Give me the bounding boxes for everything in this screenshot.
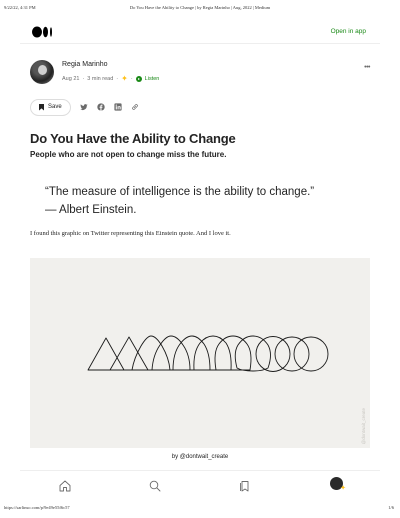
print-page-number: 1/6 [388,505,394,510]
triangle-to-circle-illustration [87,335,329,372]
bookmark-icon [39,103,44,111]
meta-separator: · [130,76,133,82]
meta-separator: · [116,76,119,82]
print-footer: https://sarlinso.com/p/9e49e55f6c57 1/6 [0,504,400,514]
profile-button[interactable]: ✦ [330,477,346,492]
quote-text: “The measure of intelligence is the abil… [45,186,315,198]
article-subtitle: People who are not open to change miss t… [30,150,227,159]
more-options-icon[interactable]: ••• [364,64,370,71]
lists-icon[interactable] [238,479,252,493]
member-star-icon: ✦ [340,485,346,492]
facebook-icon[interactable] [97,103,105,111]
author-block: Regia Marinho Aug 21 · 3 min read · ✦ · … [30,58,375,90]
print-title: Do You Have the Ability to Change | by R… [129,5,271,10]
author-meta: Aug 21 · 3 min read · ✦ · Listen [62,74,160,83]
author-avatar[interactable] [30,60,54,84]
save-label: Save [48,104,62,110]
author-name[interactable]: Regia Marinho [62,61,108,68]
save-button[interactable]: Save [30,98,71,116]
medium-logo-icon[interactable] [32,26,54,38]
image-caption: by @dontwait_create [171,454,229,460]
listen-button[interactable]: Listen [145,76,160,82]
top-bar: Open in app [20,22,380,44]
linkedin-icon[interactable] [114,103,122,111]
body-paragraph: I found this graphic on Twitter represen… [30,230,231,237]
print-header: 9/22/22, 4:31 PM Do You Have the Ability… [0,3,400,13]
profile-avatar: ✦ [330,477,346,492]
pull-quote: “The measure of intelligence is the abil… [45,183,365,219]
read-time: 3 min read [87,76,114,82]
quote-attribution: — Albert Einstein. [45,204,137,216]
bottom-navigation: ✦ [20,470,380,498]
article-title: Do You Have the Ability to Change [30,131,236,146]
meta-separator: · [82,76,85,82]
home-icon[interactable] [58,479,72,493]
article-image[interactable]: @dontwait_create [30,258,370,448]
print-url: https://sarlinso.com/p/9e49e55f6c57 [4,505,70,510]
member-star-icon: ✦ [121,74,128,83]
link-icon[interactable] [131,103,139,111]
search-icon[interactable] [148,479,162,493]
article-actions: Save [30,97,139,117]
open-in-app-link[interactable]: Open in app [331,28,366,35]
image-watermark: @dontwait_create [361,407,366,444]
play-icon[interactable] [135,76,142,82]
publish-date: Aug 21 [62,76,80,82]
twitter-icon[interactable] [79,103,88,111]
